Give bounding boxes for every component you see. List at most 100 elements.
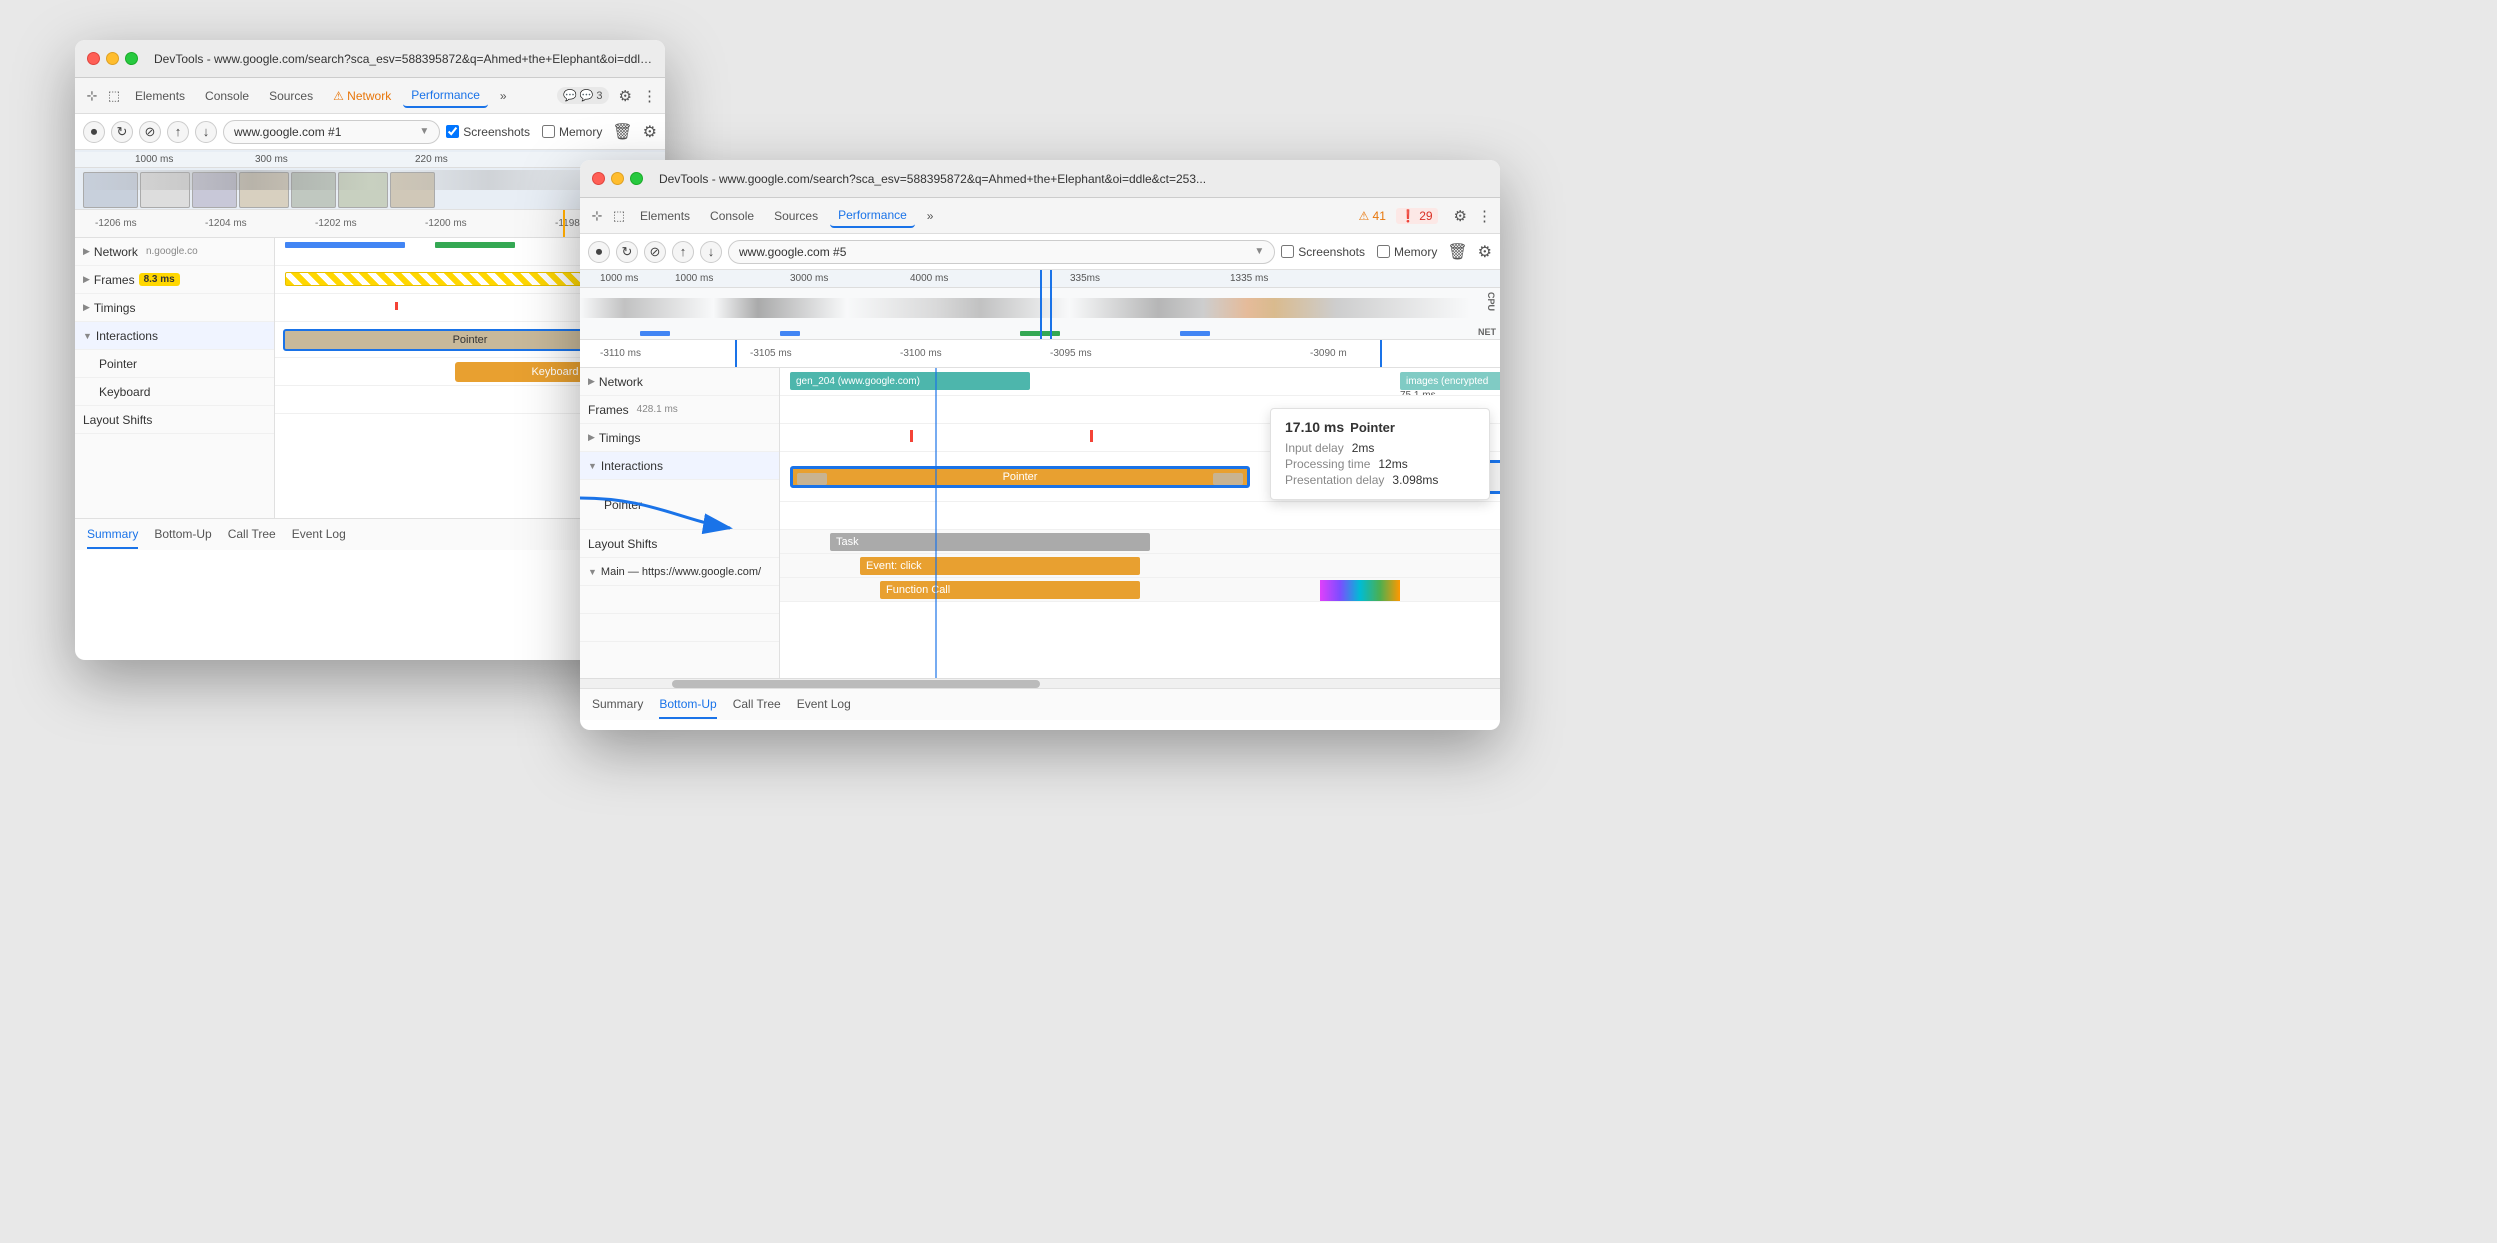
upload-button-1[interactable]: ↑ bbox=[167, 121, 189, 143]
track-pointer-label[interactable]: Pointer bbox=[75, 350, 274, 378]
track-layoutshifts-label-2[interactable]: Layout Shifts bbox=[580, 530, 779, 558]
tab-eventlog-1[interactable]: Event Log bbox=[292, 521, 346, 549]
screenshots-checkbox-1[interactable]: Screenshots bbox=[446, 125, 530, 139]
function-detail-bars bbox=[1320, 580, 1400, 602]
layoutshifts-track-row-2 bbox=[780, 502, 1500, 530]
track-layoutshifts-label[interactable]: Layout Shifts bbox=[75, 406, 274, 434]
minimize-button-2[interactable] bbox=[611, 172, 624, 185]
scrollbar-thumb-2[interactable] bbox=[672, 680, 1040, 688]
warning-badge-2: ⚠ 41 bbox=[1358, 209, 1385, 223]
tab-elements-1[interactable]: Elements bbox=[127, 85, 193, 107]
tab-summary-1[interactable]: Summary bbox=[87, 521, 138, 549]
trash-icon-2[interactable]: 🗑 bbox=[1443, 242, 1471, 262]
ruler-ms-3: -1202 ms bbox=[315, 218, 357, 229]
url-bar-1[interactable]: www.google.com #1 ▼ bbox=[223, 120, 440, 144]
track-timings-label-2[interactable]: ▶ Timings bbox=[580, 424, 779, 452]
tooltip-input-delay: Input delay 2ms bbox=[1285, 441, 1475, 455]
download-button-2[interactable]: ↓ bbox=[700, 241, 722, 263]
tab-performance-2[interactable]: Performance bbox=[830, 204, 915, 228]
maximize-button[interactable] bbox=[125, 52, 138, 65]
reload-button-2[interactable]: ↻ bbox=[616, 241, 638, 263]
tab-calltree-2[interactable]: Call Tree bbox=[733, 691, 781, 719]
tooltip-presentation-label: Presentation delay bbox=[1285, 473, 1384, 487]
more-icon-2[interactable]: ⋮ bbox=[1477, 207, 1492, 225]
minimize-button[interactable] bbox=[106, 52, 119, 65]
record-button-2[interactable]: ⏺ bbox=[588, 241, 610, 263]
frames-label-2: Frames bbox=[588, 403, 629, 417]
track-pointer-label-2[interactable]: Pointer bbox=[580, 480, 779, 530]
upload-button-2[interactable]: ↑ bbox=[672, 241, 694, 263]
timeline-ruler-1: -1206 ms -1204 ms -1202 ms -1200 ms -119… bbox=[75, 210, 665, 238]
traffic-lights-1 bbox=[87, 52, 138, 65]
url-text-1: www.google.com #1 bbox=[234, 125, 341, 139]
track-interactions-label-2[interactable]: ▼ Interactions bbox=[580, 452, 779, 480]
task-label: Task bbox=[836, 536, 859, 548]
tab-bar-2: ⊹ ⬚ Elements Console Sources Performance… bbox=[580, 198, 1500, 234]
memory-checkbox-2[interactable]: Memory bbox=[1377, 245, 1437, 259]
url-bar-2[interactable]: www.google.com #5 ▼ bbox=[728, 240, 1275, 264]
screenshots-checkbox-2[interactable]: Screenshots bbox=[1281, 245, 1365, 259]
memory-checkbox-1[interactable]: Memory bbox=[542, 125, 602, 139]
main-event-row: Event: click bbox=[780, 554, 1500, 578]
tab-console-2[interactable]: Console bbox=[702, 205, 762, 227]
tab-eventlog-2[interactable]: Event Log bbox=[797, 691, 851, 719]
settings-icon-1[interactable]: ⚙ bbox=[613, 87, 638, 105]
pointer-bar-w2-main[interactable]: Pointer bbox=[790, 466, 1250, 488]
tab-sources-2[interactable]: Sources bbox=[766, 205, 826, 227]
track-frames-label[interactable]: ▶ Frames 8.3 ms bbox=[75, 266, 274, 294]
track-interactions-label[interactable]: ▼ Interactions bbox=[75, 322, 274, 350]
track-event-label bbox=[580, 614, 779, 642]
toolbar-2: ⏺ ↻ ⊘ ↑ ↓ www.google.com #5 ▼ Screenshot… bbox=[580, 234, 1500, 270]
ruler-marker-blue-left bbox=[735, 340, 737, 367]
record-button-1[interactable]: ⏺ bbox=[83, 121, 105, 143]
device-icon: ⬚ bbox=[105, 87, 123, 105]
tab-sources-1[interactable]: Sources bbox=[261, 85, 321, 107]
titlebar-2: DevTools - www.google.com/search?sca_esv… bbox=[580, 160, 1500, 198]
tab-network-1[interactable]: ⚠ Network bbox=[325, 85, 399, 107]
tab-summary-2[interactable]: Summary bbox=[592, 691, 643, 719]
main-task-row: Task bbox=[780, 530, 1500, 554]
clear-button-2[interactable]: ⊘ bbox=[644, 241, 666, 263]
maximize-button-2[interactable] bbox=[630, 172, 643, 185]
track-main-label-2[interactable]: ▼ Main — https://www.google.com/ bbox=[580, 558, 779, 586]
settings-icon-toolbar-2[interactable]: ⚙ bbox=[1478, 242, 1492, 262]
settings-icon-2[interactable]: ⚙ bbox=[1448, 207, 1473, 225]
timeline-overview-2[interactable]: 1000 ms 1000 ms 3000 ms 4000 ms 335ms 13… bbox=[580, 270, 1500, 340]
overview-tick-1: 1000 ms bbox=[600, 273, 638, 284]
function-call-label: Function Call bbox=[886, 584, 950, 596]
tooltip-presentation: Presentation delay 3.098ms bbox=[1285, 473, 1475, 487]
tab-more-2[interactable]: » bbox=[919, 205, 942, 227]
settings-icon-toolbar-1[interactable]: ⚙ bbox=[643, 122, 657, 142]
track-frames-label-2[interactable]: Frames 428.1 ms bbox=[580, 396, 779, 424]
download-button-1[interactable]: ↓ bbox=[195, 121, 217, 143]
tracks-area-1: ▶ Network n.google.co ▶ Frames 8.3 ms ▶ … bbox=[75, 238, 665, 518]
track-labels-1: ▶ Network n.google.co ▶ Frames 8.3 ms ▶ … bbox=[75, 238, 275, 518]
cpu-minimap bbox=[75, 170, 665, 190]
track-timings-label[interactable]: ▶ Timings bbox=[75, 294, 274, 322]
tab-console-1[interactable]: Console bbox=[197, 85, 257, 107]
tab-bottomup-1[interactable]: Bottom-Up bbox=[154, 521, 211, 549]
net-bar bbox=[640, 331, 670, 336]
track-network-label[interactable]: ▶ Network n.google.co bbox=[75, 238, 274, 266]
clear-button-1[interactable]: ⊘ bbox=[139, 121, 161, 143]
event-click-bar: Event: click bbox=[860, 557, 1140, 575]
tab-bottomup-2[interactable]: Bottom-Up bbox=[659, 691, 716, 719]
trash-icon-1[interactable]: 🗑 bbox=[608, 122, 636, 142]
chevron-timings-2: ▶ bbox=[588, 432, 595, 443]
track-network-label-2[interactable]: ▶ Network bbox=[580, 368, 779, 396]
timeline-overview-1[interactable]: 1000 ms 300 ms 220 ms bbox=[75, 150, 665, 210]
event-click-label: Event: click bbox=[866, 560, 922, 572]
horizontal-scrollbar-2[interactable] bbox=[580, 678, 1500, 688]
more-icon-1[interactable]: ⋮ bbox=[642, 87, 657, 105]
tab-performance-1[interactable]: Performance bbox=[403, 84, 488, 108]
reload-button-1[interactable]: ↻ bbox=[111, 121, 133, 143]
tab-elements-2[interactable]: Elements bbox=[632, 205, 698, 227]
close-button-2[interactable] bbox=[592, 172, 605, 185]
network-bar-2 bbox=[435, 242, 515, 248]
track-keyboard-label[interactable]: Keyboard bbox=[75, 378, 274, 406]
tab-calltree-1[interactable]: Call Tree bbox=[228, 521, 276, 549]
close-button[interactable] bbox=[87, 52, 100, 65]
tooltip-header: 17.10 ms Pointer bbox=[1285, 419, 1475, 435]
tooltip-time: 17.10 ms bbox=[1285, 419, 1344, 435]
tab-more-1[interactable]: » bbox=[492, 85, 515, 107]
